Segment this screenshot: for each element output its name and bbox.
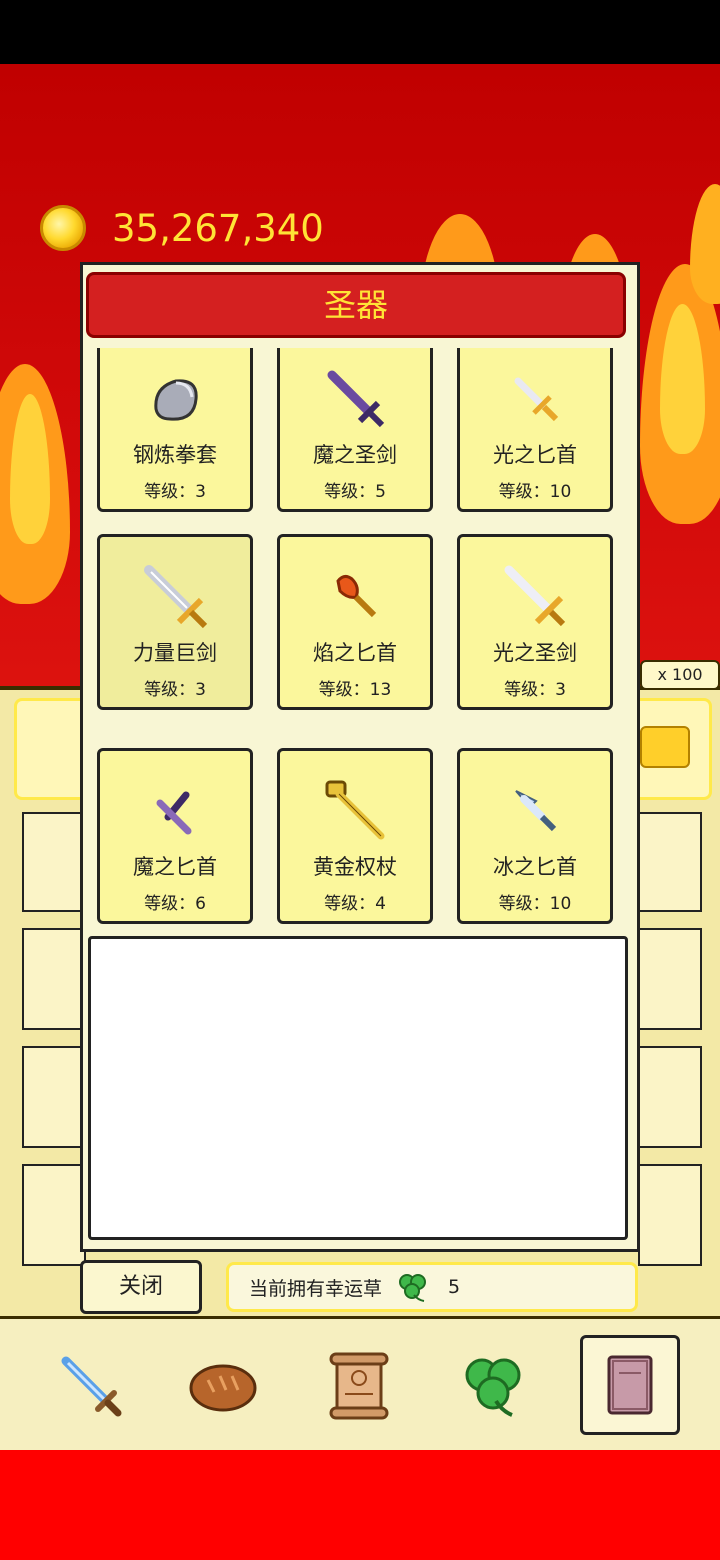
scroll-icon: [329, 1352, 389, 1420]
artifact-name: 黄金权杖: [313, 855, 397, 879]
bottom-nav: [0, 1316, 720, 1456]
shop-row: [638, 1046, 702, 1148]
light-dagger-icon: [498, 361, 574, 437]
flame-dagger-icon: [318, 559, 394, 635]
nav-weapons-button[interactable]: [46, 1341, 136, 1431]
artifact-level: 等级：3: [144, 482, 206, 502]
shop-row: [22, 1046, 86, 1148]
shop-row: [22, 1164, 86, 1266]
nav-book-button[interactable]: [580, 1335, 680, 1435]
artifact-description-box: [88, 936, 628, 1240]
great-sword-icon: [138, 559, 214, 635]
clover-label: 当前拥有幸运草: [249, 1277, 383, 1300]
artifact-card[interactable]: 魔之匕首 等级：6: [97, 748, 253, 924]
book-icon: [607, 1355, 653, 1415]
artifact-name: 魔之圣剑: [313, 443, 397, 467]
artifact-name: 魔之匕首: [133, 855, 217, 879]
sword-icon: [61, 1356, 122, 1417]
artifact-name: 冰之匕首: [493, 855, 577, 879]
artifact-level: 等级：10: [498, 482, 572, 502]
coin-amount: 35,267,340: [112, 206, 324, 250]
artifact-grid: 钢炼拳套 等级：3 魔之圣剑 等级：5 光之匕首 等级：10 力量巨剑 等级：3…: [92, 348, 628, 936]
artifact-name: 光之匕首: [493, 443, 577, 467]
artifact-name: 钢炼拳套: [133, 443, 217, 467]
clover-icon: [399, 1274, 427, 1302]
panel-title: 圣器: [86, 272, 626, 338]
shop-row: [638, 1164, 702, 1266]
shop-row: [638, 928, 702, 1030]
artifact-name: 光之圣剑: [493, 641, 577, 665]
purple-sword-icon: [318, 361, 394, 437]
cheese-icon: [640, 726, 690, 768]
artifact-card[interactable]: 焰之匕首 等级：13: [277, 534, 433, 710]
nav-quests-button[interactable]: [314, 1341, 404, 1431]
bottom-background: [0, 1450, 720, 1560]
artifact-card[interactable]: 钢炼拳套 等级：3: [97, 348, 253, 512]
artifact-name: 焰之匕首: [313, 641, 397, 665]
artifact-card[interactable]: 魔之圣剑 等级：5: [277, 348, 433, 512]
clover-counter: 当前拥有幸运草 5: [226, 1262, 638, 1312]
shop-row: [22, 928, 86, 1030]
quantity-badge: x 100: [640, 660, 720, 690]
gold-coin-icon: [40, 205, 86, 251]
status-bar: [0, 0, 720, 64]
artifact-card[interactable]: 力量巨剑 等级：3: [97, 534, 253, 710]
artifact-name: 力量巨剑: [133, 641, 217, 665]
artifact-card[interactable]: 光之匕首 等级：10: [457, 348, 613, 512]
artifact-card[interactable]: 冰之匕首 等级：10: [457, 748, 613, 924]
artifact-level: 等级：5: [324, 482, 386, 502]
artifact-level: 等级：13: [318, 680, 392, 700]
shop-row: [22, 812, 86, 912]
clover-icon: [465, 1358, 521, 1417]
golden-scepter-icon: [318, 773, 394, 849]
artifact-level: 等级：4: [324, 894, 386, 914]
nav-food-button[interactable]: [178, 1341, 268, 1431]
light-sword-icon: [498, 559, 574, 635]
nav-clover-button[interactable]: [448, 1341, 538, 1431]
artifact-level: 等级：3: [504, 680, 566, 700]
gauntlet-icon: [138, 361, 214, 437]
close-button[interactable]: 关闭: [80, 1260, 202, 1314]
flame-shape: [690, 184, 720, 304]
clover-count: 5: [448, 1276, 461, 1298]
artifact-level: 等级：6: [144, 894, 206, 914]
bread-icon: [189, 1364, 257, 1412]
artifact-card[interactable]: 黄金权杖 等级：4: [277, 748, 433, 924]
ice-dagger-icon: [498, 773, 574, 849]
artifact-card[interactable]: 光之圣剑 等级：3: [457, 534, 613, 710]
purple-dagger-icon: [138, 773, 214, 849]
artifact-level: 等级：3: [144, 680, 206, 700]
artifact-level: 等级：10: [498, 894, 572, 914]
coin-counter: 35,267,340: [40, 200, 324, 256]
shop-row: [638, 812, 702, 912]
